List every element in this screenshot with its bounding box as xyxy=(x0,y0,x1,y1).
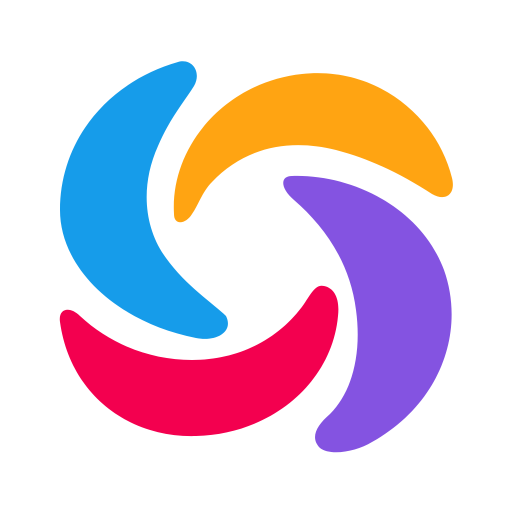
app-icon-canvas xyxy=(0,0,512,512)
pinwheel-logo-icon xyxy=(59,61,453,453)
blue-crescent xyxy=(60,61,228,339)
